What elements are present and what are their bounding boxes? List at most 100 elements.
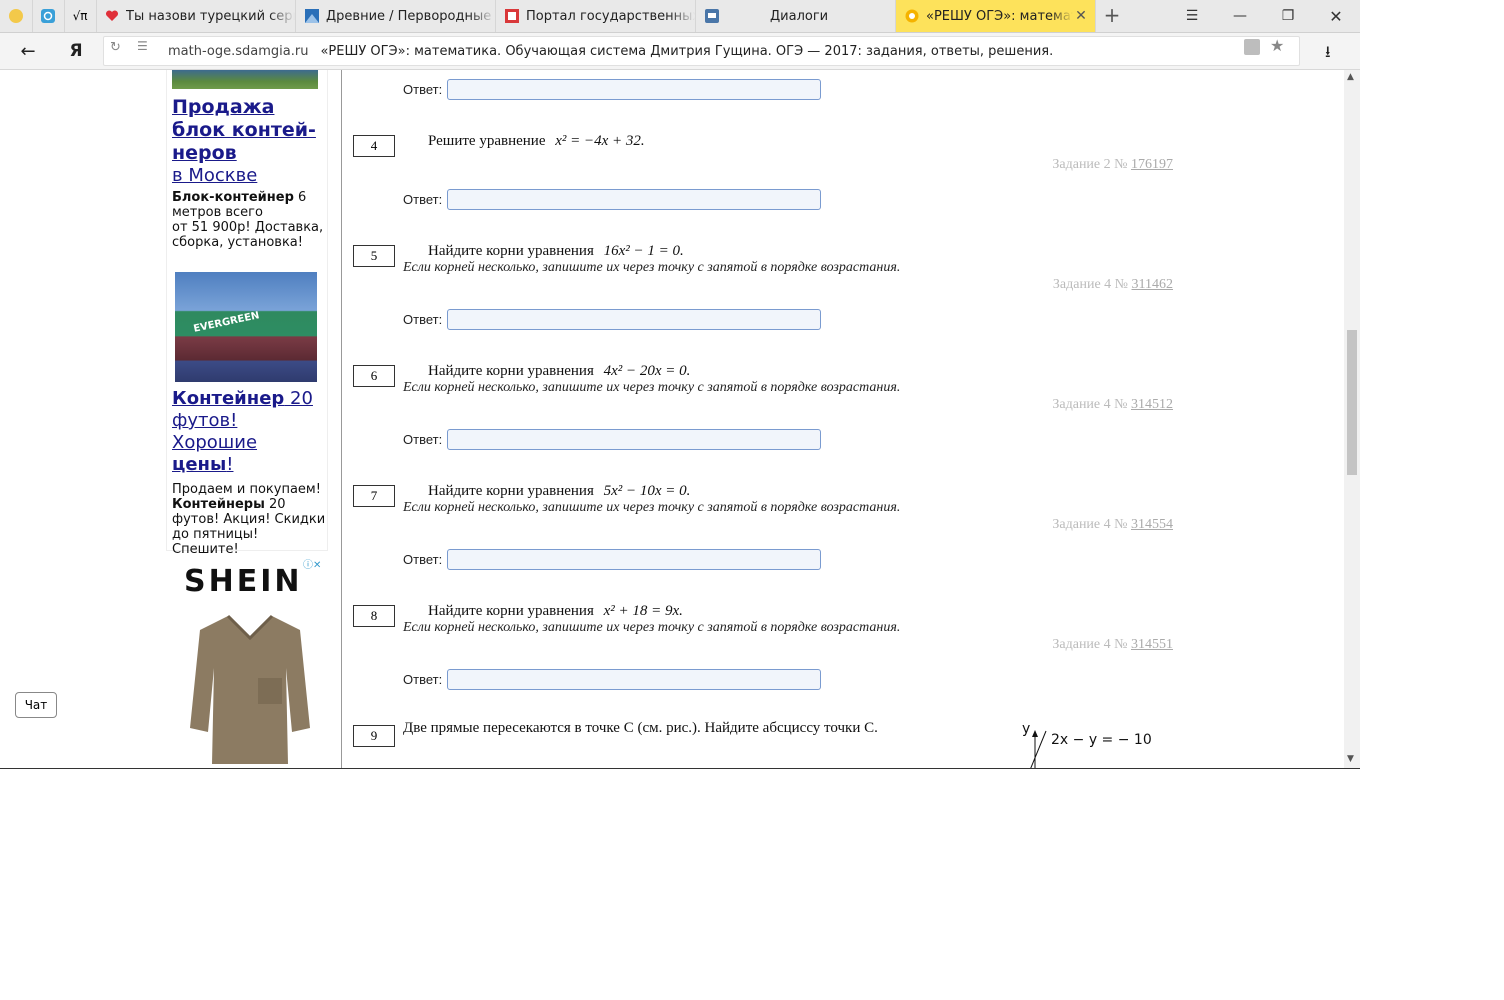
task-reference: Задание 4 № 311462 [1052,277,1173,292]
question-prompt: Найдите корни уравнения [428,603,594,619]
ad-2-text: Продаем и покупаем! [172,482,321,497]
protect-lock-icon[interactable] [1244,39,1260,55]
ad-2-text: 20 [264,497,286,512]
ad-2-title[interactable]: ! [226,454,233,475]
equation: 16x² − 1 = 0. [603,243,684,259]
ad-2-title[interactable]: Хорошие [172,432,327,454]
scrollbar-thumb[interactable] [1347,330,1357,475]
tab-4[interactable]: Диалоги [696,0,896,32]
ad-1-title[interactable]: блок контей- [172,119,327,142]
tab-title: Диалоги [770,8,829,24]
answer-input-5[interactable] [447,309,821,330]
task-ref-number: 4 [1103,397,1111,412]
scroll-up-icon[interactable]: ▲ [1347,72,1354,82]
heart-icon [104,8,120,24]
answer-input-6[interactable] [447,429,821,450]
pinned-tab-1[interactable] [0,0,33,32]
task-id-link[interactable]: 314512 [1131,397,1173,412]
tab-2[interactable]: Древние / Первородные 4 [296,0,496,32]
task-id-link[interactable]: 314551 [1131,637,1173,652]
mail-at-icon [41,9,55,23]
minimize-icon[interactable]: — [1216,0,1264,32]
task-reference: Задание 2 № 176197 [1052,157,1173,172]
tab-title: Портал государственных услуг [526,8,695,24]
question-prompt: Найдите корни уравнения [428,243,594,259]
close-window-icon[interactable]: ✕ [1312,0,1360,32]
ad-1-title[interactable]: Продажа [172,96,327,119]
ad-2[interactable]: Контейнер 20 футов! Хорошие цены! Продае… [172,388,327,557]
tab-5-active[interactable]: «РЕШУ ОГЭ»: математика ✕ [896,0,1096,32]
yandex-zen-icon [9,9,23,23]
shein-logo[interactable]: SHEIN [184,564,302,599]
chat-bubble-icon [704,8,720,24]
ad-container-image[interactable]: EVERGREEN [175,272,317,382]
ad-2-title[interactable]: 20 [284,388,313,409]
question-prompt: Найдите корни уравнения [428,483,594,499]
pinned-tab-2[interactable] [32,0,65,32]
ad-2-title[interactable]: футов! [172,410,327,432]
ad-2-title-bold[interactable]: цены [172,454,226,475]
task-id-link[interactable]: 314554 [1131,517,1173,532]
question-number: 4 [353,135,395,157]
restore-icon[interactable]: ❐ [1264,0,1312,32]
page-viewport: Продажа блок контей- неров в Москве Блок… [0,70,1360,768]
question-number: 7 [353,485,395,507]
answer-input-4[interactable] [447,189,821,210]
browser-window: √π Ты назови турецкий сериал Древние / П… [0,0,1360,769]
task-id-link[interactable]: 311462 [1132,277,1173,292]
answer-input-8[interactable] [447,669,821,690]
ad-info-icon[interactable]: ⓘ✕ [303,556,321,571]
equation: 5x² − 10x = 0. [603,483,691,499]
question-text: Найдите корни уравнения 16x² − 1 = 0. [428,243,684,260]
task-ref-number: 4 [1103,637,1111,652]
ad-1-bold: Блок-контейнер [172,190,294,205]
tab-1[interactable]: Ты назови турецкий сериал [96,0,296,32]
answer-label: Ответ: [403,672,443,687]
answer-label: Ответ: [403,192,443,207]
answer-label: Ответ: [403,432,443,447]
sweater-icon [190,614,310,764]
tab-title: Ты назови турецкий сериал [126,8,295,24]
ad-1[interactable]: Продажа блок контей- неров в Москве Блок… [172,96,327,250]
answer-input-7[interactable] [447,549,821,570]
ad-sweater-image[interactable] [188,608,312,768]
question-number: 5 [353,245,395,267]
reload-icon[interactable]: ↻ [110,40,121,55]
task-ref-prefix: Задание [1052,157,1101,172]
image-icon [304,8,320,24]
question-number: 6 [353,365,395,387]
equation: 4x² − 20x = 0. [603,363,691,379]
equation: x² + 18 = 9x. [603,603,683,619]
ad-2-bold: Контейнеры [172,497,265,512]
scroll-down-icon[interactable]: ▼ [1347,754,1354,764]
url-field[interactable]: math-oge.sdamgia.ru «РЕШУ ОГЭ»: математи… [103,36,1300,66]
ad-2-title-bold[interactable]: Контейнер [172,388,284,409]
tab-3[interactable]: Портал государственных услуг [496,0,696,32]
graph-axis-label: y [1022,721,1031,737]
reader-mode-icon[interactable]: ☰ [137,39,148,53]
yandex-logo-icon[interactable]: Я [62,37,90,65]
question-text: Две прямые пересекаются в точке C (см. р… [403,720,878,736]
new-tab-button[interactable]: + [1100,4,1124,28]
question-note: Если корней несколько, запишите их через… [403,380,901,395]
back-arrow-icon[interactable]: ← [14,37,42,65]
chat-button[interactable]: Чат [15,692,57,718]
task-reference: Задание 4 № 314554 [1052,517,1173,532]
task-id-link[interactable]: 176197 [1131,157,1173,172]
tab-title: «РЕШУ ОГЭ»: математика [926,8,1073,24]
close-tab-icon[interactable]: ✕ [1073,8,1089,24]
column-divider [341,70,342,768]
address-bar: ← Я math-oge.sdamgia.ru «РЕШУ ОГЭ»: мате… [0,33,1360,70]
download-icon[interactable]: ⭳ [1325,41,1331,68]
ad-1-subtitle[interactable]: в Москве [172,165,327,187]
scrollbar[interactable]: ▲ ▼ [1344,70,1360,768]
answer-input-3[interactable] [447,79,821,100]
question-prompt: Решите уравнение [428,133,546,149]
ad-1-text: сборка, установка! [172,235,303,250]
pinned-tab-3[interactable]: √π [64,0,97,32]
ad-1-title[interactable]: неров [172,142,327,165]
menu-icon[interactable]: ☰ [1168,0,1216,32]
question-text: Найдите корни уравнения 5x² − 10x = 0. [428,483,690,500]
ad-image-blocks[interactable] [172,70,318,89]
bookmark-star-icon[interactable]: ★ [1270,36,1284,55]
